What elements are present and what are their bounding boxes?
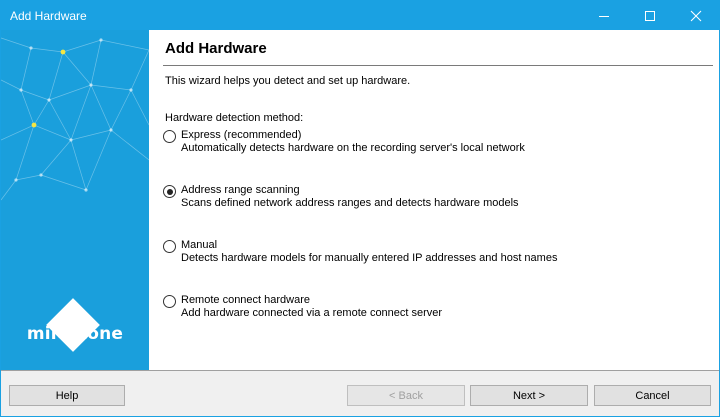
help-button-label: Help: [55, 389, 79, 402]
option-description: Automatically detects hardware on the re…: [181, 142, 525, 154]
window-title: Add Hardware: [10, 9, 87, 23]
intro-text: This wizard helps you detect and set up …: [165, 75, 411, 87]
back-button-label: < Back: [389, 389, 423, 402]
add-hardware-window: Add Hardware milestone Add Hardware This…: [0, 0, 720, 417]
option-label[interactable]: Express (recommended): [181, 129, 301, 141]
option-description: Scans defined network address ranges and…: [181, 197, 519, 209]
next-button-label: Next >: [512, 389, 546, 402]
help-button[interactable]: Help: [9, 385, 125, 406]
title-bar[interactable]: Add Hardware: [1, 1, 719, 30]
option-description: Add hardware connected via a remote conn…: [181, 307, 443, 319]
express-radio[interactable]: [163, 130, 176, 143]
divider: [163, 65, 713, 66]
maximize-icon: [645, 10, 655, 21]
cancel-button-label: Cancel: [635, 389, 670, 402]
brand-side-panel: milestone: [1, 30, 149, 370]
cancel-button[interactable]: Cancel: [594, 385, 711, 406]
close-button[interactable]: [673, 1, 719, 30]
close-icon: [690, 10, 702, 21]
option-label[interactable]: Remote connect hardware: [181, 294, 310, 306]
minimize-button[interactable]: [581, 1, 627, 30]
address-range-radio[interactable]: [163, 185, 176, 198]
option-label[interactable]: Address range scanning: [181, 184, 300, 196]
wizard-footer: Help < Back Next > Cancel: [1, 370, 719, 416]
next-button[interactable]: Next >: [470, 385, 588, 406]
milestone-logo-text: milestone: [26, 324, 124, 344]
back-button[interactable]: < Back: [347, 385, 465, 406]
remote-connect-radio[interactable]: [163, 295, 176, 308]
maximize-button[interactable]: [627, 1, 673, 30]
manual-radio[interactable]: [163, 240, 176, 253]
network-graphic: [1, 37, 149, 201]
wizard-content: Add Hardware This wizard helps you detec…: [149, 30, 719, 370]
option-label[interactable]: Manual: [181, 239, 217, 251]
page-title: Add Hardware: [165, 40, 267, 57]
minimize-icon: [599, 15, 609, 17]
option-description: Detects hardware models for manually ent…: [181, 252, 558, 264]
detection-method-label: Hardware detection method:: [165, 112, 304, 124]
